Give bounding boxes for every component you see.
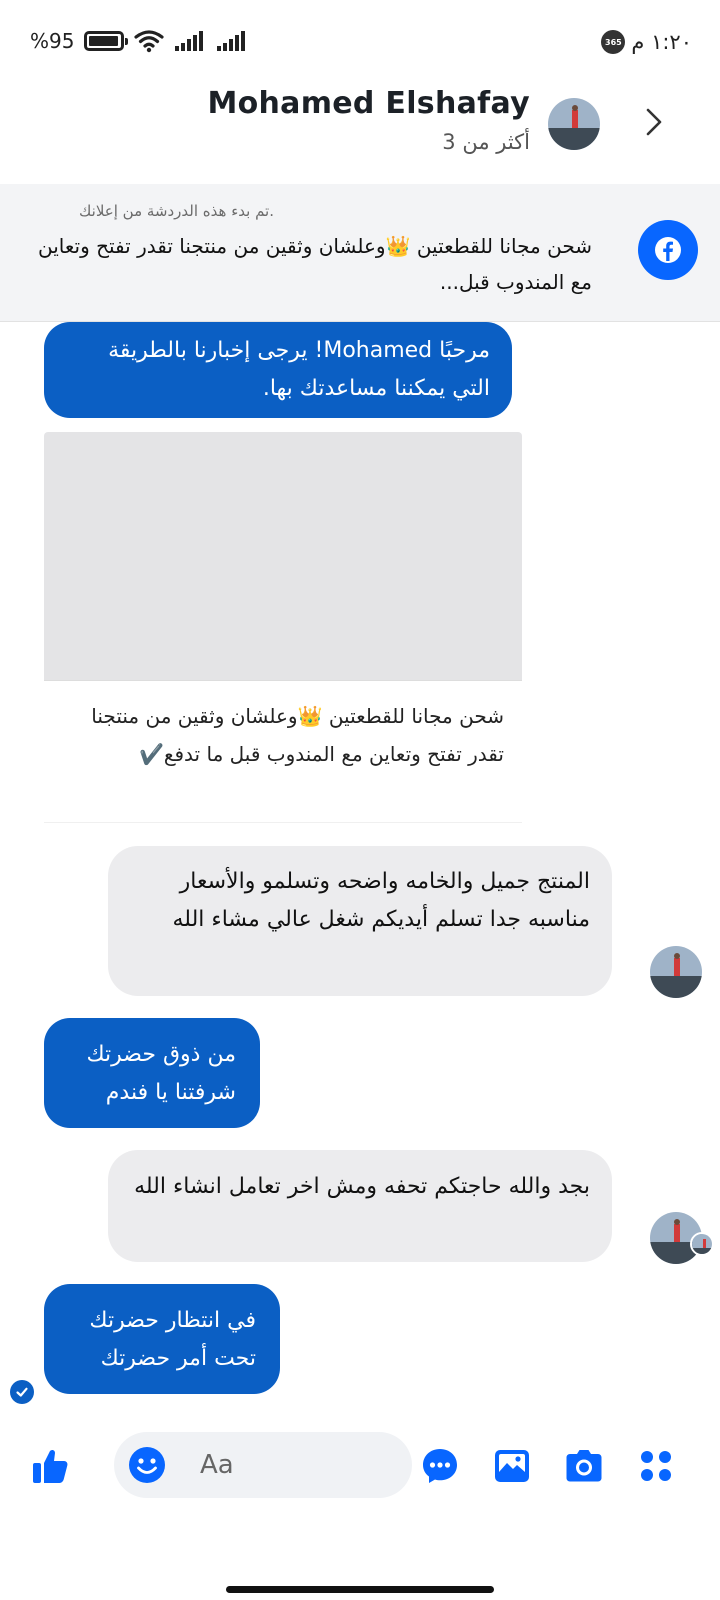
battery-percent: %95 — [30, 29, 75, 53]
facebook-icon — [638, 220, 698, 280]
read-receipt-avatar — [690, 1232, 714, 1256]
like-button[interactable] — [26, 1442, 74, 1490]
message-bubble-outgoing[interactable]: في انتظار حضرتك تحت أمر حضرتك — [44, 1284, 280, 1394]
ad-origin-note: .تم بدء هذه الدردشة من إعلانك — [79, 202, 274, 220]
seen-check-icon — [10, 1380, 34, 1404]
message-input[interactable] — [200, 1442, 390, 1488]
status-left: %95 — [30, 26, 248, 56]
home-indicator[interactable] — [226, 1586, 494, 1593]
status-bar: %95 365 ١:٢٠ م — [0, 0, 720, 80]
battery-icon — [84, 31, 129, 51]
ad-context-banner[interactable]: .تم بدء هذه الدردشة من إعلانك شحن مجانا … — [0, 184, 720, 322]
chat-button[interactable] — [416, 1442, 464, 1490]
camera-button[interactable] — [560, 1442, 608, 1490]
emoji-button[interactable] — [126, 1444, 168, 1486]
emoji-icon — [129, 1447, 165, 1483]
message-bubble-incoming[interactable]: بجد والله حاجتكم تحفه ومش اخر تعامل انشا… — [108, 1150, 612, 1262]
apps-icon — [641, 1451, 671, 1481]
composer-bar — [0, 1430, 720, 1510]
camera-icon — [566, 1450, 602, 1482]
gallery-button[interactable] — [488, 1442, 536, 1490]
back-button[interactable] — [634, 102, 674, 142]
gallery-icon — [495, 1450, 529, 1482]
signal-icon-2 — [217, 31, 246, 51]
back-chevron-icon — [646, 108, 662, 136]
ad-card-image[interactable] — [44, 432, 522, 680]
chat-header: Mohamed Elshafay أكثر من 3 — [0, 80, 720, 180]
sender-avatar[interactable] — [650, 946, 702, 998]
battery-fill — [89, 36, 118, 46]
chat-icon — [423, 1449, 457, 1483]
contact-subtitle: أكثر من 3 — [442, 130, 530, 154]
signal-icon — [175, 31, 204, 51]
ad-card-caption: شحن مجانا للقطعتين 👑وعلشان وثقين من منتج… — [44, 680, 522, 822]
contact-avatar[interactable] — [548, 98, 600, 150]
app-badge-icon: 365 — [601, 30, 626, 54]
message-input-container[interactable] — [114, 1432, 412, 1498]
status-time: ١:٢٠ م — [631, 30, 692, 54]
ad-text: شحن مجانا للقطعتين 👑وعلشان وثقين من منتج… — [38, 234, 592, 294]
apps-button[interactable] — [632, 1442, 680, 1490]
contact-name[interactable]: Mohamed Elshafay — [207, 86, 530, 121]
message-bubble-outgoing[interactable]: مرحبًا Mohamed! يرجى إخبارنا بالطريقة ال… — [44, 322, 512, 418]
status-right: 365 ١:٢٠ م — [601, 28, 692, 56]
wifi-icon — [134, 30, 165, 53]
like-icon — [33, 1449, 68, 1483]
message-bubble-incoming[interactable]: المنتج جميل والخامه واضحه وتسلمو والأسعا… — [108, 846, 612, 996]
message-bubble-outgoing[interactable]: من ذوق حضرتك شرفتنا يا فندم — [44, 1018, 260, 1128]
